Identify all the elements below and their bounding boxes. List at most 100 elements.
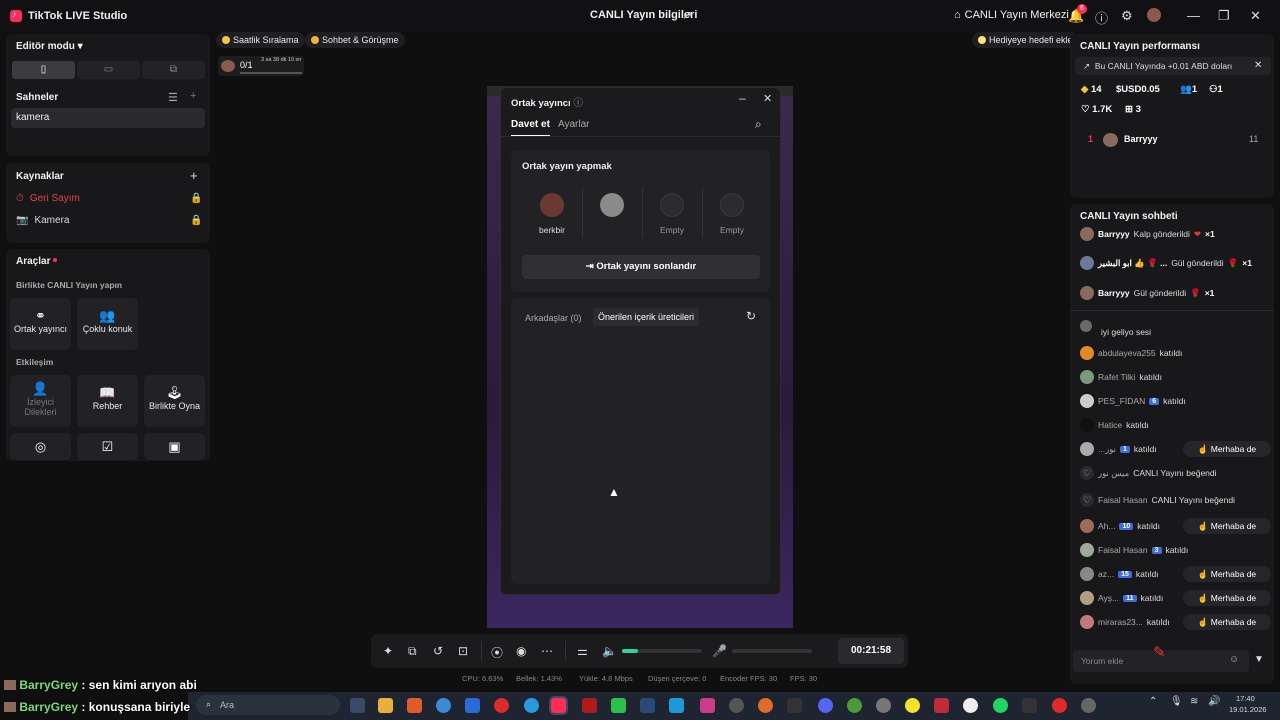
spotify-icon[interactable] (993, 698, 1008, 713)
share-icon[interactable]: ↗ (682, 8, 692, 22)
microphone-icon[interactable]: 🎤 (712, 644, 727, 658)
tool-more-3[interactable]: ▣ (144, 433, 205, 460)
rank-name[interactable]: Barryyy (1124, 134, 1158, 144)
chrome-icon[interactable] (847, 698, 862, 713)
say-hello-button[interactable]: ☝ Merhaba de (1183, 590, 1271, 606)
close-icon[interactable]: ✕ (763, 92, 772, 105)
filter-icon[interactable]: ▼ (1254, 654, 1264, 665)
tab-settings[interactable]: Ayarlar (558, 119, 590, 130)
speaker-icon[interactable]: 🔈 (602, 644, 617, 658)
say-hello-button[interactable]: ☝ Merhaba de (1183, 518, 1271, 534)
magic-wand-icon[interactable]: ✦ (383, 644, 393, 658)
tool-guide[interactable]: 📖 Rehber (77, 375, 138, 427)
app-icon[interactable] (876, 698, 891, 713)
folder-icon[interactable] (378, 698, 393, 713)
app-icon[interactable] (1022, 698, 1037, 713)
help-icon[interactable]: ⓘ (1095, 8, 1108, 27)
tab-invite[interactable]: Davet et (511, 119, 550, 137)
slot-empty-2[interactable]: Empty (702, 193, 762, 235)
task-view-icon[interactable] (350, 698, 365, 713)
tool-more-2[interactable]: ☑ (77, 433, 138, 460)
app-icon[interactable] (934, 698, 949, 713)
app-icon[interactable] (787, 698, 802, 713)
say-hello-button[interactable]: ☝ Merhaba de (1183, 566, 1271, 582)
lock-icon[interactable]: 🔒 (190, 193, 202, 204)
clock-time[interactable]: 17:40 (1236, 694, 1255, 703)
vpn-icon[interactable] (436, 698, 451, 713)
app-icon[interactable] (1081, 698, 1096, 713)
gear-icon[interactable]: ⚙ (1121, 8, 1133, 24)
tab-friends[interactable]: Arkadaşlar (0) (525, 313, 582, 323)
scene-item[interactable]: kamera (11, 108, 205, 128)
source-camera[interactable]: 📷 Kamera (16, 215, 69, 226)
slot-empty-1[interactable]: Empty (642, 193, 702, 235)
end-cohost-button[interactable]: ⇥ Ortak yayını sonlandır (522, 255, 760, 279)
discord-icon[interactable] (818, 698, 833, 713)
instagram-icon[interactable] (700, 698, 715, 713)
opera-icon[interactable] (1052, 698, 1067, 713)
clock-date[interactable]: 19.01.2026 (1229, 705, 1267, 714)
portrait-mode-button[interactable]: ▯ (12, 61, 75, 79)
minimize-icon[interactable]: – (739, 91, 746, 105)
search-icon[interactable]: ⌕ (755, 117, 762, 132)
close-icon[interactable]: ✕ (1250, 8, 1261, 24)
emoji-icon[interactable]: ☺ (1229, 654, 1239, 665)
maximize-icon[interactable]: ❐ (1218, 8, 1230, 24)
app-icon[interactable] (963, 698, 978, 713)
hourly-ranking-chip[interactable]: Saatlik Sıralama (216, 32, 305, 48)
replay-icon[interactable]: ↺ (433, 644, 443, 658)
gift-goal-chip[interactable]: Hediyeye hedefi ekle (972, 32, 1079, 48)
slot-guest[interactable] (582, 193, 642, 225)
say-hello-button[interactable]: ☝ Merhaba de (1183, 614, 1271, 630)
brave-icon[interactable] (407, 698, 422, 713)
tool-viewer-requests[interactable]: 👤 İzleyici Dilekleri (10, 375, 71, 427)
goal-widget[interactable]: 0/1 3 sa 38 dk 10 sn (218, 56, 304, 76)
tool-multi-guest[interactable]: 👥 Çoklu konuk (77, 298, 138, 350)
avatar[interactable] (1147, 8, 1161, 22)
chat-call-chip[interactable]: Sohbet & Görüşme (305, 32, 405, 48)
minimize-icon[interactable]: — (1187, 8, 1200, 23)
landscape-mode-button[interactable]: ▭ (77, 61, 140, 79)
volume-icon[interactable]: 🔊 (1208, 696, 1220, 707)
close-icon[interactable]: ✕ (1254, 60, 1262, 71)
tab-suggested-creators[interactable]: Önerilen içerik üreticileri (593, 308, 700, 326)
snapchat-icon[interactable] (905, 698, 920, 713)
slot-host[interactable]: berkbir (522, 193, 582, 235)
gift-message: Barryyy Gül gönderildi 🌹 ×1 (1080, 286, 1214, 300)
dual-mode-button[interactable]: ⧉ (142, 61, 205, 79)
list-icon[interactable]: ☰ (168, 91, 178, 104)
app-icon[interactable] (611, 698, 626, 713)
source-countdown[interactable]: ⏱ Geri Sayım (16, 193, 80, 204)
steam-icon[interactable] (640, 698, 655, 713)
live-center-link[interactable]: ⌂ CANLI Yayın Merkezi (954, 9, 1069, 21)
more-icon[interactable]: ⋯ (541, 644, 553, 658)
screenshot-icon[interactable]: ◉ (516, 644, 526, 658)
tool-cohost[interactable]: ⚭ Ortak yayıncı (10, 298, 71, 350)
refresh-icon[interactable]: ↻ (746, 309, 756, 323)
app-icon[interactable] (758, 698, 773, 713)
tool-more-1[interactable]: ◎ (10, 433, 71, 460)
tiktok-taskbar-icon[interactable] (549, 696, 568, 715)
tool-play-together[interactable]: 🕹 Birlikte Oyna (144, 375, 205, 427)
youtube-icon[interactable] (494, 698, 509, 713)
clip-icon[interactable]: ⧉ (408, 644, 417, 659)
chevron-up-icon[interactable]: ⌃ (1149, 696, 1157, 707)
editor-mode-dropdown[interactable]: Editör modu ▾ (16, 41, 83, 52)
app-icon[interactable] (582, 698, 597, 713)
taskbar-search[interactable]: ⌕ Ara (196, 695, 340, 715)
record-icon[interactable]: ⦿ (491, 644, 503, 661)
edge-icon[interactable] (524, 698, 539, 713)
lock-icon[interactable]: 🔒 (190, 215, 202, 226)
mixer-icon[interactable]: ⚌ (577, 644, 588, 658)
app-icon[interactable] (465, 698, 480, 713)
caption-icon[interactable]: ⊡ (458, 644, 468, 658)
wifi-icon[interactable]: ≋ (1190, 696, 1198, 707)
mic-slider[interactable] (732, 649, 812, 653)
speed-icon[interactable] (729, 698, 744, 713)
say-hello-button[interactable]: ☝ Merhaba de (1183, 441, 1271, 457)
add-scene-icon[interactable]: + (190, 90, 196, 102)
volume-slider[interactable] (622, 649, 702, 653)
mic-tray-icon[interactable]: 🎙 (1170, 696, 1183, 707)
app-icon[interactable] (669, 698, 684, 713)
add-source-icon[interactable]: + (190, 168, 198, 183)
